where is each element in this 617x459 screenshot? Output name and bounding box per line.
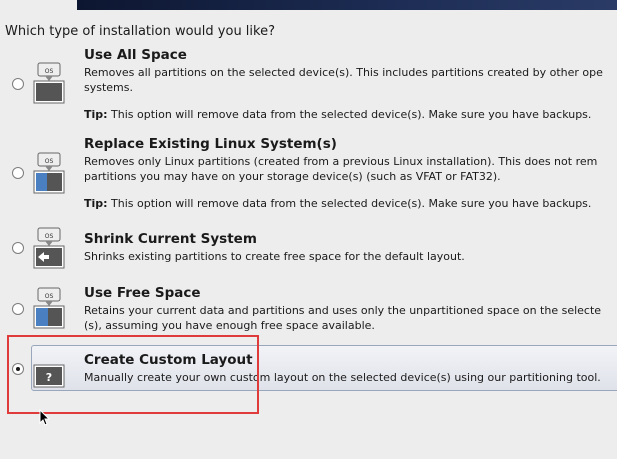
option-title[interactable]: Shrink Current System <box>84 231 257 247</box>
option-tip: Tip: This option will remove data from t… <box>84 197 591 210</box>
tip-label: Tip: <box>84 108 108 121</box>
tip-text: This option will remove data from the se… <box>107 108 592 121</box>
option-tip: Tip: This option will remove data from t… <box>84 108 591 121</box>
tip-text: This option will remove data from the se… <box>107 197 592 210</box>
option-description: partitions you may have on your storage … <box>84 170 501 183</box>
os-shrink-icon: OS <box>33 227 65 273</box>
page-question: Which type of installation would you lik… <box>5 24 275 39</box>
tip-label: Tip: <box>84 197 108 210</box>
option-description: (s), assuming you have enough free space… <box>84 319 375 332</box>
svg-text:OS: OS <box>45 233 54 240</box>
option-description: Retains your current data and partitions… <box>84 304 602 317</box>
radio-replace-linux[interactable] <box>12 167 24 179</box>
svg-text:OS: OS <box>45 158 54 165</box>
top-banner <box>77 0 617 10</box>
radio-shrink-current[interactable] <box>12 242 24 254</box>
mouse-cursor-icon <box>39 408 51 431</box>
os-replace-icon: OS <box>33 152 65 198</box>
option-title[interactable]: Use All Space <box>84 47 187 63</box>
svg-text:OS: OS <box>45 293 54 300</box>
option-description: systems. <box>84 81 133 94</box>
radio-use-all-space[interactable] <box>12 78 24 90</box>
radio-use-free-space[interactable] <box>12 303 24 315</box>
option-title[interactable]: Replace Existing Linux System(s) <box>84 136 337 152</box>
option-title[interactable]: Use Free Space <box>84 285 201 301</box>
os-free-space-icon: OS <box>33 287 65 333</box>
option-description: Removes all partitions on the selected d… <box>84 66 603 79</box>
annotation-highlight-box <box>7 335 259 414</box>
option-description: Removes only Linux partitions (created f… <box>84 155 598 168</box>
option-description: Shrinks existing partitions to create fr… <box>84 250 465 263</box>
svg-text:OS: OS <box>45 68 54 75</box>
os-drive-full-icon: OS <box>33 62 65 108</box>
